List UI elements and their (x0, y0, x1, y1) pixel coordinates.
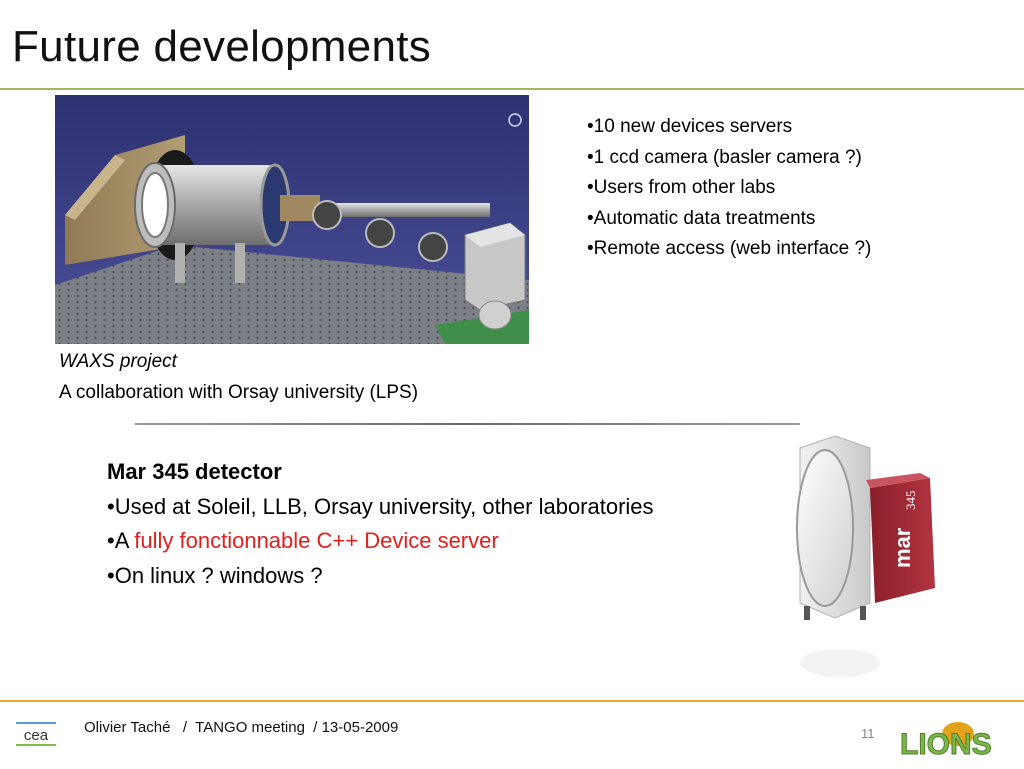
list-item: •Remote access (web interface ?) (587, 238, 872, 259)
title-divider (0, 88, 1024, 90)
mar-device-model: 345 (903, 491, 918, 511)
page-number: 11 (861, 726, 875, 741)
list-item: •A fully fonctionnable C++ Device server (107, 524, 654, 559)
waxs-caption-text: A collaboration with Orsay university (L… (59, 382, 419, 403)
mar-device-label: mar (890, 527, 915, 568)
waxs-caption: WAXS project A collaboration with Orsay … (59, 346, 418, 408)
cea-logo: cea (16, 716, 56, 752)
future-bullet-list: •10 new devices servers •1 ccd camera (b… (587, 112, 871, 265)
slide-title: Future developments (12, 22, 432, 71)
list-item: •Used at Soleil, LLB, Orsay university, … (107, 493, 654, 519)
lions-logo: LIONS (898, 712, 1002, 764)
list-item: •1 ccd camera (basler camera ?) (587, 146, 862, 168)
cea-logo-text: cea (24, 727, 49, 744)
list-item: •Users from other labs (587, 177, 776, 198)
mar-detector-section: Mar 345 detector •Used at Soleil, LLB, O… (107, 455, 654, 593)
footer-divider (0, 700, 1024, 702)
bullet-prefix: •A (107, 528, 135, 553)
list-item: •Automatic data treatments (587, 207, 816, 229)
waxs-cad-image (55, 95, 529, 344)
section-divider (135, 423, 800, 425)
waxs-caption-title: WAXS project (59, 351, 177, 372)
highlighted-text: fully fonctionnable C++ Device server (134, 528, 499, 553)
list-item: •10 new devices servers (587, 116, 793, 137)
footer-author-line: Olivier Taché / TANGO meeting / 13-05-20… (84, 719, 399, 736)
list-item: •On linux ? windows ? (107, 562, 323, 588)
lions-logo-text: LIONS (900, 728, 992, 761)
mar-detector-image: mar 345 (790, 428, 940, 688)
mar-heading: Mar 345 detector (107, 459, 282, 484)
